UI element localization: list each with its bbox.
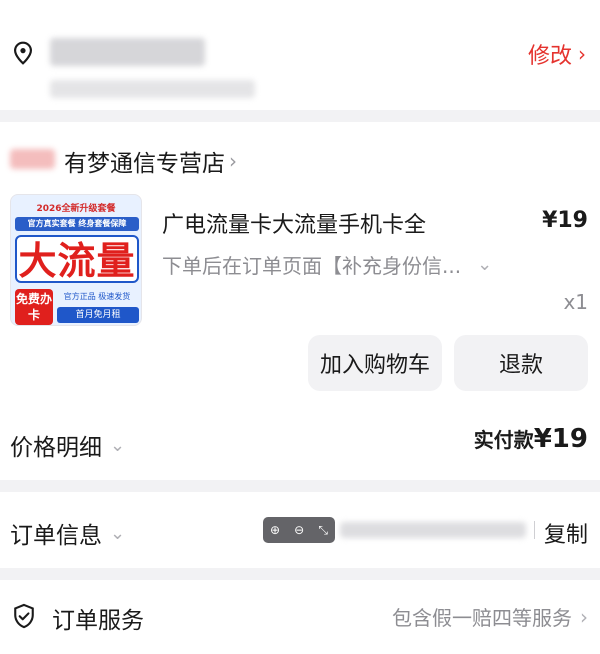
divider [534, 521, 535, 539]
chevron-right-icon: › [580, 604, 588, 629]
shield-check-icon [14, 603, 34, 629]
product-spec: 下单后在订单页面【补充身份信... [162, 254, 462, 278]
thumb-main-text: 大流量 [15, 235, 139, 283]
chevron-down-icon: ⌄ [110, 522, 126, 544]
thumb-top-text: 2026全新升级套餐 [36, 204, 116, 214]
order-service-section[interactable]: 订单服务 包含假一赔四等服务 › [0, 580, 600, 654]
chevron-down-icon: ⌄ [477, 254, 493, 275]
chevron-right-icon: › [229, 149, 237, 173]
order-info-label: 订单信息 [10, 523, 102, 549]
thumb-bottom-text: 首月免月租 [57, 307, 139, 323]
price-detail-label: 价格明细 [10, 435, 102, 461]
shop-logo-blurred [10, 149, 55, 169]
zoom-toolbar[interactable]: ⊕ ⊖ ⤡ [263, 517, 335, 543]
shop-link[interactable]: 有梦通信专营店 › [64, 144, 237, 178]
fit-screen-icon[interactable]: ⤡ [318, 523, 328, 538]
chevron-down-icon: ⌄ [110, 434, 126, 456]
paid-label: 实付款 [473, 428, 534, 452]
zoom-in-icon[interactable]: ⊕ [270, 523, 280, 537]
paid-amount: ¥19 [533, 424, 588, 454]
thumb-free-text: 免费办卡 [15, 289, 53, 325]
product-quantity: x1 [563, 290, 588, 314]
chevron-right-icon: › [578, 42, 586, 66]
order-info-section: 订单信息 ⌄ ⊕ ⊖ ⤡ 复制 [0, 492, 600, 568]
shop-name: 有梦通信专营店 [64, 151, 225, 177]
paid-total: 实付款 ¥19 [474, 424, 588, 454]
order-service-description: 包含假一赔四等服务 [392, 606, 572, 630]
modify-label: 修改 [527, 44, 572, 69]
zoom-out-icon[interactable]: ⊖ [294, 523, 304, 537]
product-price: ¥19 [542, 208, 588, 233]
product-title[interactable]: 广电流量卡大流量手机卡全 [162, 207, 426, 239]
thumb-small-text: 官方正品 极速发货 [63, 292, 131, 301]
order-info-toggle[interactable]: 订单信息 ⌄ [10, 516, 125, 550]
location-pin-icon [14, 41, 32, 65]
product-thumbnail[interactable]: 2026全新升级套餐 官方真实套餐 终身套餐保障 大流量 免费办卡 官方正品 极… [10, 194, 142, 326]
refund-button[interactable]: 退款 [454, 335, 588, 391]
order-section: 有梦通信专营店 › 2026全新升级套餐 官方真实套餐 终身套餐保障 大流量 免… [0, 122, 600, 480]
product-spec-dropdown[interactable]: 下单后在订单页面【补充身份信... ⌄ [162, 250, 522, 279]
copy-button[interactable]: 复制 [544, 517, 588, 549]
modify-address-button[interactable]: 修改 › [528, 38, 586, 70]
address-section: 修改 › [0, 0, 600, 110]
add-to-cart-button[interactable]: 加入购物车 [308, 335, 442, 391]
order-service-link[interactable]: 包含假一赔四等服务 › [392, 602, 588, 631]
order-number-blurred [340, 522, 526, 538]
address-detail-blurred [50, 80, 255, 98]
thumb-strip-text: 官方真实套餐 终身套餐保障 [15, 217, 139, 231]
price-detail-toggle[interactable]: 价格明细 ⌄ [10, 428, 125, 462]
order-service-label: 订单服务 [52, 608, 144, 634]
recipient-name-blurred [50, 38, 205, 66]
